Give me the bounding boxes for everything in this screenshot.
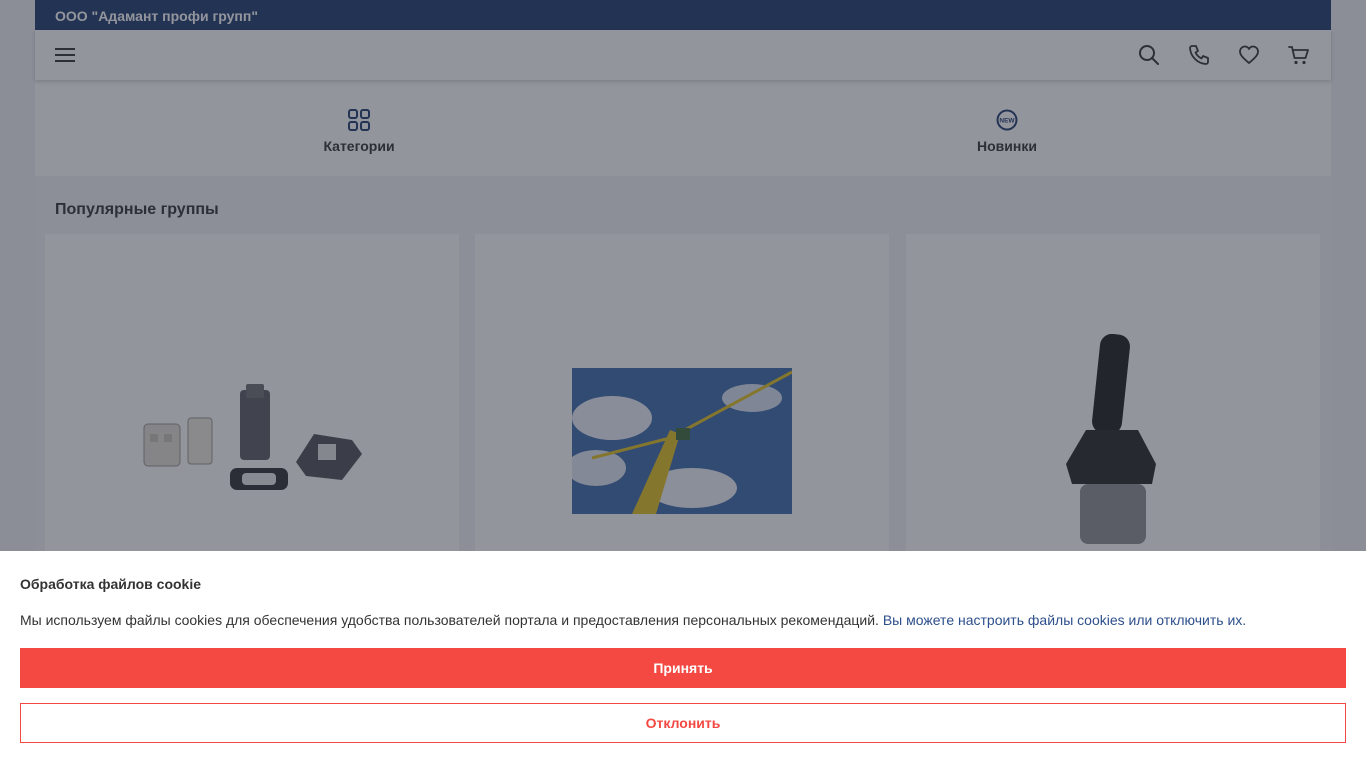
cookie-text: Мы используем файлы cookies для обеспече… bbox=[20, 612, 879, 628]
cookie-title: Обработка файлов cookie bbox=[20, 576, 202, 592]
cookie-banner: Обработка файлов cookie Мы используем фа… bbox=[0, 551, 1366, 768]
cookie-settings-link[interactable]: Вы можете настроить файлы cookies или от… bbox=[883, 612, 1246, 628]
decline-button[interactable]: Отклонить bbox=[20, 703, 1346, 743]
accept-button[interactable]: Принять bbox=[20, 648, 1346, 688]
cookie-text-block: Мы используем файлы cookies для обеспече… bbox=[20, 612, 1346, 628]
